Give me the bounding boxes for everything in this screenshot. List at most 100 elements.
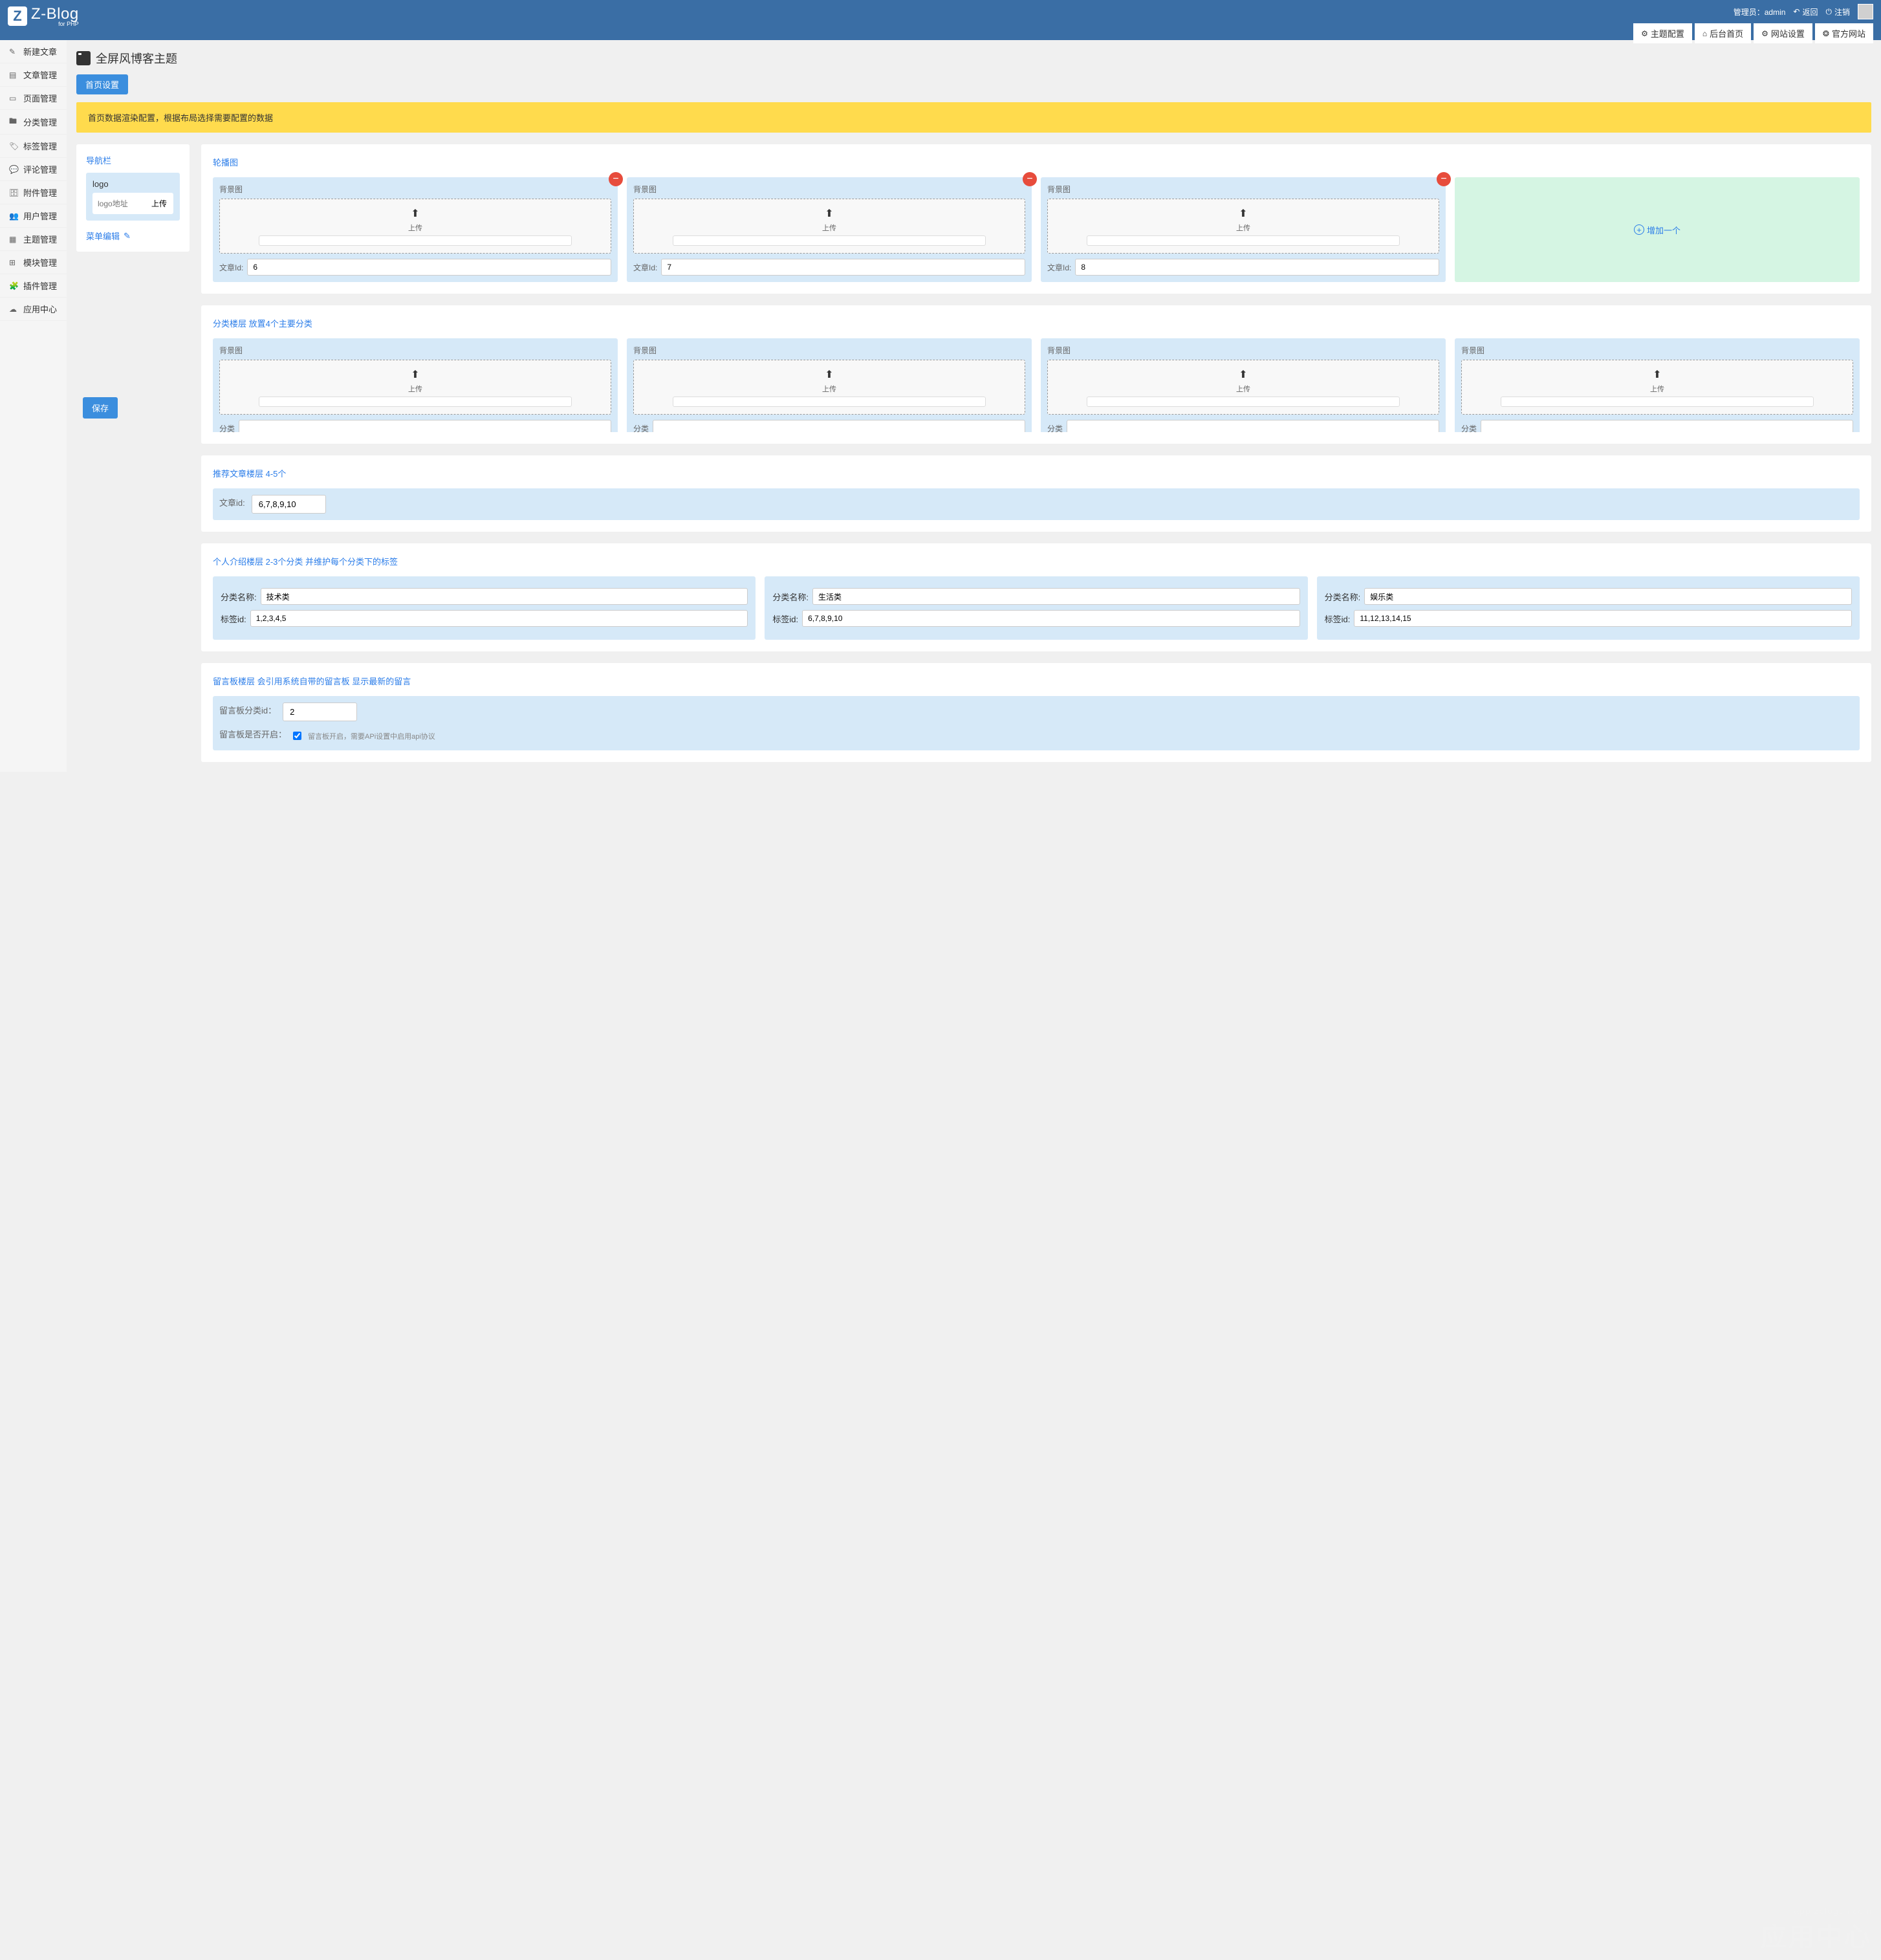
sidebar-icon-6: 🗄 xyxy=(9,188,18,197)
power-icon: ⏻ xyxy=(1825,7,1832,17)
article-id-input[interactable] xyxy=(661,259,1025,276)
category-input[interactable] xyxy=(1481,420,1853,432)
sidebar-icon-3: 🖿 xyxy=(9,115,18,129)
upload-zone[interactable]: ⬆上传 xyxy=(219,360,611,415)
globe-icon: ❂ xyxy=(1823,29,1829,38)
upload-input[interactable] xyxy=(1501,397,1813,407)
upload-zone[interactable]: ⬆上传 xyxy=(633,199,1025,254)
sidebar-icon-0: ✎ xyxy=(9,47,18,56)
intro-name-input[interactable] xyxy=(1364,588,1852,605)
intro-name-input[interactable] xyxy=(261,588,748,605)
sidebar-icon-11: ☁ xyxy=(9,305,18,314)
bg-label: 背景图 xyxy=(633,345,1025,356)
topbar: Z Z-Blog for PHP 管理员：admin ↶返回 ⏻注销 ⚙主题配置… xyxy=(0,0,1881,40)
guestbook-cat-input[interactable] xyxy=(283,702,357,721)
sidebar-item-11[interactable]: ☁应用中心 xyxy=(0,298,67,321)
carousel-card-1: −背景图⬆上传文章Id: xyxy=(627,177,1032,282)
brand-logo-icon: Z xyxy=(8,6,27,26)
category-section: 分类楼层 放置4个主要分类 背景图⬆上传分类背景图⬆上传分类背景图⬆上传分类背景… xyxy=(201,305,1871,444)
logo-upload-button[interactable]: 上传 xyxy=(146,194,172,213)
intro-card-0: 分类名称:标签id: xyxy=(213,576,756,640)
remove-button[interactable]: − xyxy=(609,172,623,186)
recommend-section: 推荐文章楼层 4-5个 文章id: xyxy=(201,455,1871,532)
guestbook-enable-checkbox[interactable] xyxy=(293,732,301,740)
intro-section: 个人介绍楼层 2-3个分类 并维护每个分类下的标签 分类名称:标签id:分类名称… xyxy=(201,543,1871,651)
intro-name-input[interactable] xyxy=(812,588,1300,605)
sidebar-item-8[interactable]: ▦主题管理 xyxy=(0,228,67,251)
upload-zone[interactable]: ⬆上传 xyxy=(633,360,1025,415)
upload-input[interactable] xyxy=(1087,397,1399,407)
logo-input[interactable] xyxy=(94,195,144,212)
remove-button[interactable]: − xyxy=(1023,172,1037,186)
article-id-input[interactable] xyxy=(247,259,611,276)
category-card-2: 背景图⬆上传分类 xyxy=(1041,338,1446,432)
logout-link[interactable]: ⏻注销 xyxy=(1825,6,1850,17)
sidebar-item-4[interactable]: 🏷标签管理 xyxy=(0,135,67,158)
sidebar-item-7[interactable]: 👥用户管理 xyxy=(0,204,67,228)
bg-label: 背景图 xyxy=(1047,345,1439,356)
sidebar-item-6[interactable]: 🗄附件管理 xyxy=(0,181,67,204)
carousel-card-2: −背景图⬆上传文章Id: xyxy=(1041,177,1446,282)
upload-input[interactable] xyxy=(259,235,571,246)
category-card-1: 背景图⬆上传分类 xyxy=(627,338,1032,432)
add-carousel-button[interactable]: +增加一个 xyxy=(1455,177,1860,282)
upload-zone[interactable]: ⬆上传 xyxy=(1047,199,1439,254)
menu-edit-link[interactable]: 菜单编辑 ✎ xyxy=(86,230,180,242)
guestbook-note: 留言板开启，需要APi设置中启用api协议 xyxy=(308,731,435,741)
sidebar-icon-4: 🏷 xyxy=(9,142,18,151)
sidebar-item-2[interactable]: ▭页面管理 xyxy=(0,87,67,110)
gear-icon: ⚙ xyxy=(1761,29,1768,38)
subtab-home-settings[interactable]: 首页设置 xyxy=(76,74,128,94)
edit-icon: ✎ xyxy=(124,231,131,241)
back-link[interactable]: ↶返回 xyxy=(1793,6,1818,17)
bg-label: 背景图 xyxy=(219,345,611,356)
category-input[interactable] xyxy=(653,420,1025,432)
intro-tag-input[interactable] xyxy=(802,610,1300,627)
avatar[interactable] xyxy=(1858,4,1873,19)
sidebar-item-9[interactable]: ⊞模块管理 xyxy=(0,251,67,274)
recommend-title: 推荐文章楼层 4-5个 xyxy=(213,467,1860,479)
bg-label: 背景图 xyxy=(1461,345,1853,356)
nav-panel: 导航栏 logo 上传 菜单编辑 ✎ xyxy=(76,144,190,252)
intro-tag-input[interactable] xyxy=(250,610,748,627)
upload-zone[interactable]: ⬆上传 xyxy=(1047,360,1439,415)
upload-icon: ⬆ xyxy=(411,207,419,220)
sidebar-item-0[interactable]: ✎新建文章 xyxy=(0,40,67,63)
sidebar-icon-9: ⊞ xyxy=(9,258,18,267)
category-input[interactable] xyxy=(239,420,611,432)
upload-zone[interactable]: ⬆上传 xyxy=(219,199,611,254)
guestbook-cat-label: 留言板分类id： xyxy=(219,704,276,716)
upload-input[interactable] xyxy=(1087,235,1399,246)
notice-bar: 首页数据渲染配置，根据布局选择需要配置的数据 xyxy=(76,102,1871,133)
article-id-input[interactable] xyxy=(1075,259,1439,276)
nav-title: 导航栏 xyxy=(86,154,180,166)
intro-tag-input[interactable] xyxy=(1354,610,1852,627)
upload-icon: ⬆ xyxy=(411,368,419,381)
upload-input[interactable] xyxy=(673,397,985,407)
upload-input[interactable] xyxy=(259,397,571,407)
sidebar-item-10[interactable]: 🧩插件管理 xyxy=(0,274,67,298)
sidebar-item-5[interactable]: 💬评论管理 xyxy=(0,158,67,181)
gear-icon: ⚙ xyxy=(1641,29,1648,38)
sidebar-icon-8: ▦ xyxy=(9,235,18,244)
recommend-input[interactable] xyxy=(252,495,326,514)
bg-label: 背景图 xyxy=(1047,184,1439,195)
category-title: 分类楼层 放置4个主要分类 xyxy=(213,317,1860,329)
upload-icon: ⬆ xyxy=(1653,368,1661,381)
bg-label: 背景图 xyxy=(219,184,611,195)
sidebar-item-1[interactable]: ▤文章管理 xyxy=(0,63,67,87)
brand-name: Z-Blog xyxy=(31,5,79,23)
upload-input[interactable] xyxy=(673,235,985,246)
sidebar-icon-1: ▤ xyxy=(9,71,18,80)
sidebar-item-3[interactable]: 🖿分类管理 xyxy=(0,110,67,135)
upload-zone[interactable]: ⬆上传 xyxy=(1461,360,1853,415)
sidebar-icon-5: 💬 xyxy=(9,165,18,174)
category-input[interactable] xyxy=(1067,420,1439,432)
upload-icon: ⬆ xyxy=(1239,368,1247,381)
watermark: app.zblogcn.com 应用中心 xyxy=(1761,1906,1872,1954)
admin-row: 管理员：admin ↶返回 ⏻注销 xyxy=(1734,0,1873,23)
remove-button[interactable]: − xyxy=(1437,172,1451,186)
sidebar-icon-2: ▭ xyxy=(9,94,18,103)
logo-label: logo xyxy=(92,179,173,189)
save-button[interactable]: 保存 xyxy=(83,397,118,419)
